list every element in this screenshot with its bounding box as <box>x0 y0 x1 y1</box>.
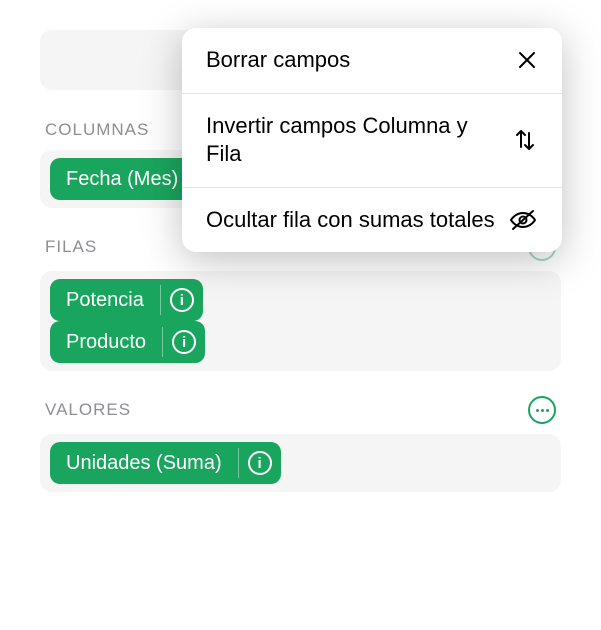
chip-label: Potencia <box>50 279 160 321</box>
swap-icon <box>512 127 538 153</box>
menu-item-ocultar-fila[interactable]: Ocultar fila con sumas totales <box>182 187 562 253</box>
more-icon <box>536 409 549 412</box>
menu-item-borrar-campos[interactable]: Borrar campos <box>182 28 562 93</box>
menu-item-invertir-campos[interactable]: Invertir campos Columna y Fila <box>182 93 562 187</box>
context-menu: Borrar campos Invertir campos Columna y … <box>182 28 562 252</box>
section-valores: VALORES Unidades (Suma) i <box>40 396 561 492</box>
menu-item-label: Ocultar fila con sumas totales <box>206 206 508 235</box>
info-icon: i <box>170 288 194 312</box>
section-label-valores: VALORES <box>45 400 131 420</box>
info-icon: i <box>248 451 272 475</box>
close-icon <box>516 49 538 71</box>
chip-unidades-suma[interactable]: Unidades (Suma) i <box>50 442 281 484</box>
chip-label: Producto <box>50 321 162 363</box>
chip-info-button[interactable]: i <box>239 442 281 484</box>
info-icon: i <box>172 330 196 354</box>
chip-potencia[interactable]: Potencia i <box>50 279 203 321</box>
hide-icon <box>508 208 538 232</box>
chip-label: Fecha (Mes) <box>50 158 194 200</box>
menu-item-label: Borrar campos <box>206 46 516 75</box>
chip-label: Unidades (Suma) <box>50 442 238 484</box>
section-filas: FILAS Potencia i Producto <box>40 233 561 371</box>
chip-info-button[interactable]: i <box>163 321 205 363</box>
chip-info-button[interactable]: i <box>161 279 203 321</box>
section-label-filas: FILAS <box>45 237 97 257</box>
section-label-columnas: COLUMNAS <box>45 120 149 140</box>
valores-more-button[interactable] <box>528 396 556 424</box>
menu-item-label: Invertir campos Columna y Fila <box>206 112 512 169</box>
chip-producto[interactable]: Producto i <box>50 321 205 363</box>
